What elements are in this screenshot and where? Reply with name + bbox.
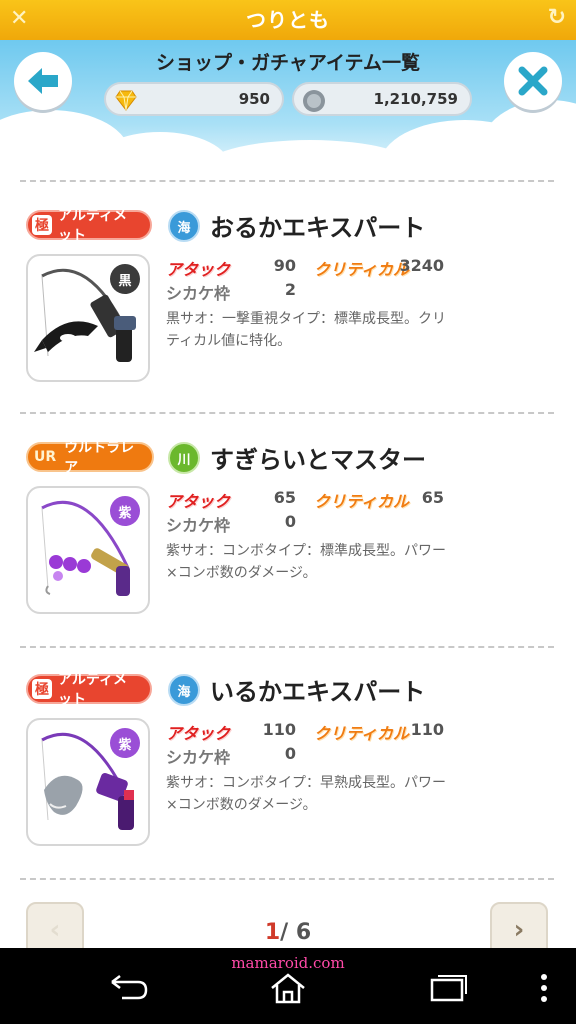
- total-pages: / 6: [280, 920, 312, 945]
- item-list[interactable]: 極 アルティメット 海 おるかエキスパート 黒 アタック 90 クリティカル 3…: [0, 160, 576, 948]
- shikake-value: 0: [284, 744, 296, 763]
- rank-badge: UR ウルトラレア: [26, 440, 154, 476]
- location-badge-river: 川: [168, 442, 200, 474]
- list-item[interactable]: UR ウルトラレア 川 すぎらいとマスター 紫 アタック 65 クリティカル 6…: [0, 440, 576, 652]
- rod-color-badge: 黒: [110, 264, 140, 294]
- attack-value: 90: [273, 256, 296, 275]
- rank-label: アルティメット: [58, 672, 128, 708]
- item-image[interactable]: 黒: [26, 254, 150, 382]
- critical-value: 3240: [399, 256, 444, 275]
- location-badge-sea: 海: [168, 210, 200, 242]
- menu-nav-icon[interactable]: [538, 972, 550, 1004]
- page-title: ショップ・ガチャアイテム一覧: [156, 52, 420, 74]
- critical-value: 65: [421, 488, 444, 507]
- rod-color-badge: 紫: [110, 496, 140, 526]
- chevron-right-icon: ›: [513, 915, 525, 945]
- location-badge-sea: 海: [168, 674, 200, 706]
- shikake-label: シカケ枠: [166, 516, 231, 535]
- close-icon[interactable]: ✕: [10, 6, 28, 31]
- gem-count: 950: [238, 90, 270, 108]
- attack-label: アタック: [166, 260, 231, 279]
- item-description: 紫サオ：コンボタイプ：標準成長型。パワー×コンボ数のダメージ。: [166, 543, 446, 581]
- item-image[interactable]: 紫: [26, 718, 150, 846]
- watermark-text: mamaroid.com: [231, 954, 345, 972]
- shikake-label: シカケ枠: [166, 284, 231, 303]
- gem-icon: [115, 90, 137, 111]
- rank-short: UR: [34, 449, 57, 465]
- attack-label: アタック: [166, 492, 231, 511]
- rank-short: 極: [32, 215, 52, 235]
- attack-label: アタック: [166, 724, 231, 743]
- gem-balance: 950: [104, 82, 284, 116]
- rank-short: 極: [32, 679, 52, 699]
- divider: [20, 878, 554, 880]
- item-description: 紫サオ：コンボタイプ：早熟成長型。パワー×コンボ数のダメージ。: [166, 775, 446, 813]
- rank-badge: 極 アルティメット: [26, 672, 152, 708]
- close-button[interactable]: [504, 52, 562, 110]
- item-name: おるかエキスパート: [210, 214, 426, 242]
- divider: [20, 646, 554, 648]
- item-description: 黒サオ：一撃重視タイプ：標準成長型。クリティカル値に特化。: [166, 311, 446, 349]
- app-title: つりとも: [246, 8, 330, 32]
- coin-count: 1,210,759: [373, 90, 458, 108]
- recent-apps-nav-icon[interactable]: [428, 972, 468, 1002]
- shikake-label: シカケ枠: [166, 748, 231, 767]
- rank-label: アルティメット: [58, 208, 128, 244]
- item-name: すぎらいとマスター: [210, 446, 426, 474]
- close-x-icon: [518, 66, 548, 96]
- system-nav-bar: mamaroid.com: [0, 948, 576, 1024]
- attack-value: 110: [262, 720, 296, 739]
- coin-icon: [303, 90, 325, 112]
- shikake-value: 2: [284, 280, 296, 299]
- item-image[interactable]: 紫: [26, 486, 150, 614]
- back-nav-icon[interactable]: [106, 972, 150, 1000]
- rank-badge: 極 アルティメット: [26, 208, 152, 244]
- current-page: 1: [264, 920, 281, 945]
- coin-balance: 1,210,759: [292, 82, 472, 116]
- attack-value: 65: [273, 488, 296, 507]
- pagination: ‹ 1/ 6 ›: [0, 900, 576, 958]
- shikake-value: 0: [284, 512, 296, 531]
- critical-value: 110: [410, 720, 444, 739]
- home-nav-icon[interactable]: [268, 972, 308, 1004]
- divider: [20, 412, 554, 414]
- list-item[interactable]: 極 アルティメット 海 いるかエキスパート 紫 アタック 110 クリティカル …: [0, 672, 576, 884]
- list-item[interactable]: 極 アルティメット 海 おるかエキスパート 黒 アタック 90 クリティカル 3…: [0, 208, 576, 420]
- divider: [20, 180, 554, 182]
- reload-icon[interactable]: ↻: [548, 5, 566, 30]
- shop-header: ショップ・ガチャアイテム一覧 950 1,210,759: [0, 40, 576, 160]
- rank-label: ウルトラレア: [64, 440, 135, 476]
- rod-color-badge: 紫: [110, 728, 140, 758]
- item-name: いるかエキスパート: [210, 678, 426, 706]
- title-bar: ✕ つりとも ↻: [0, 0, 576, 40]
